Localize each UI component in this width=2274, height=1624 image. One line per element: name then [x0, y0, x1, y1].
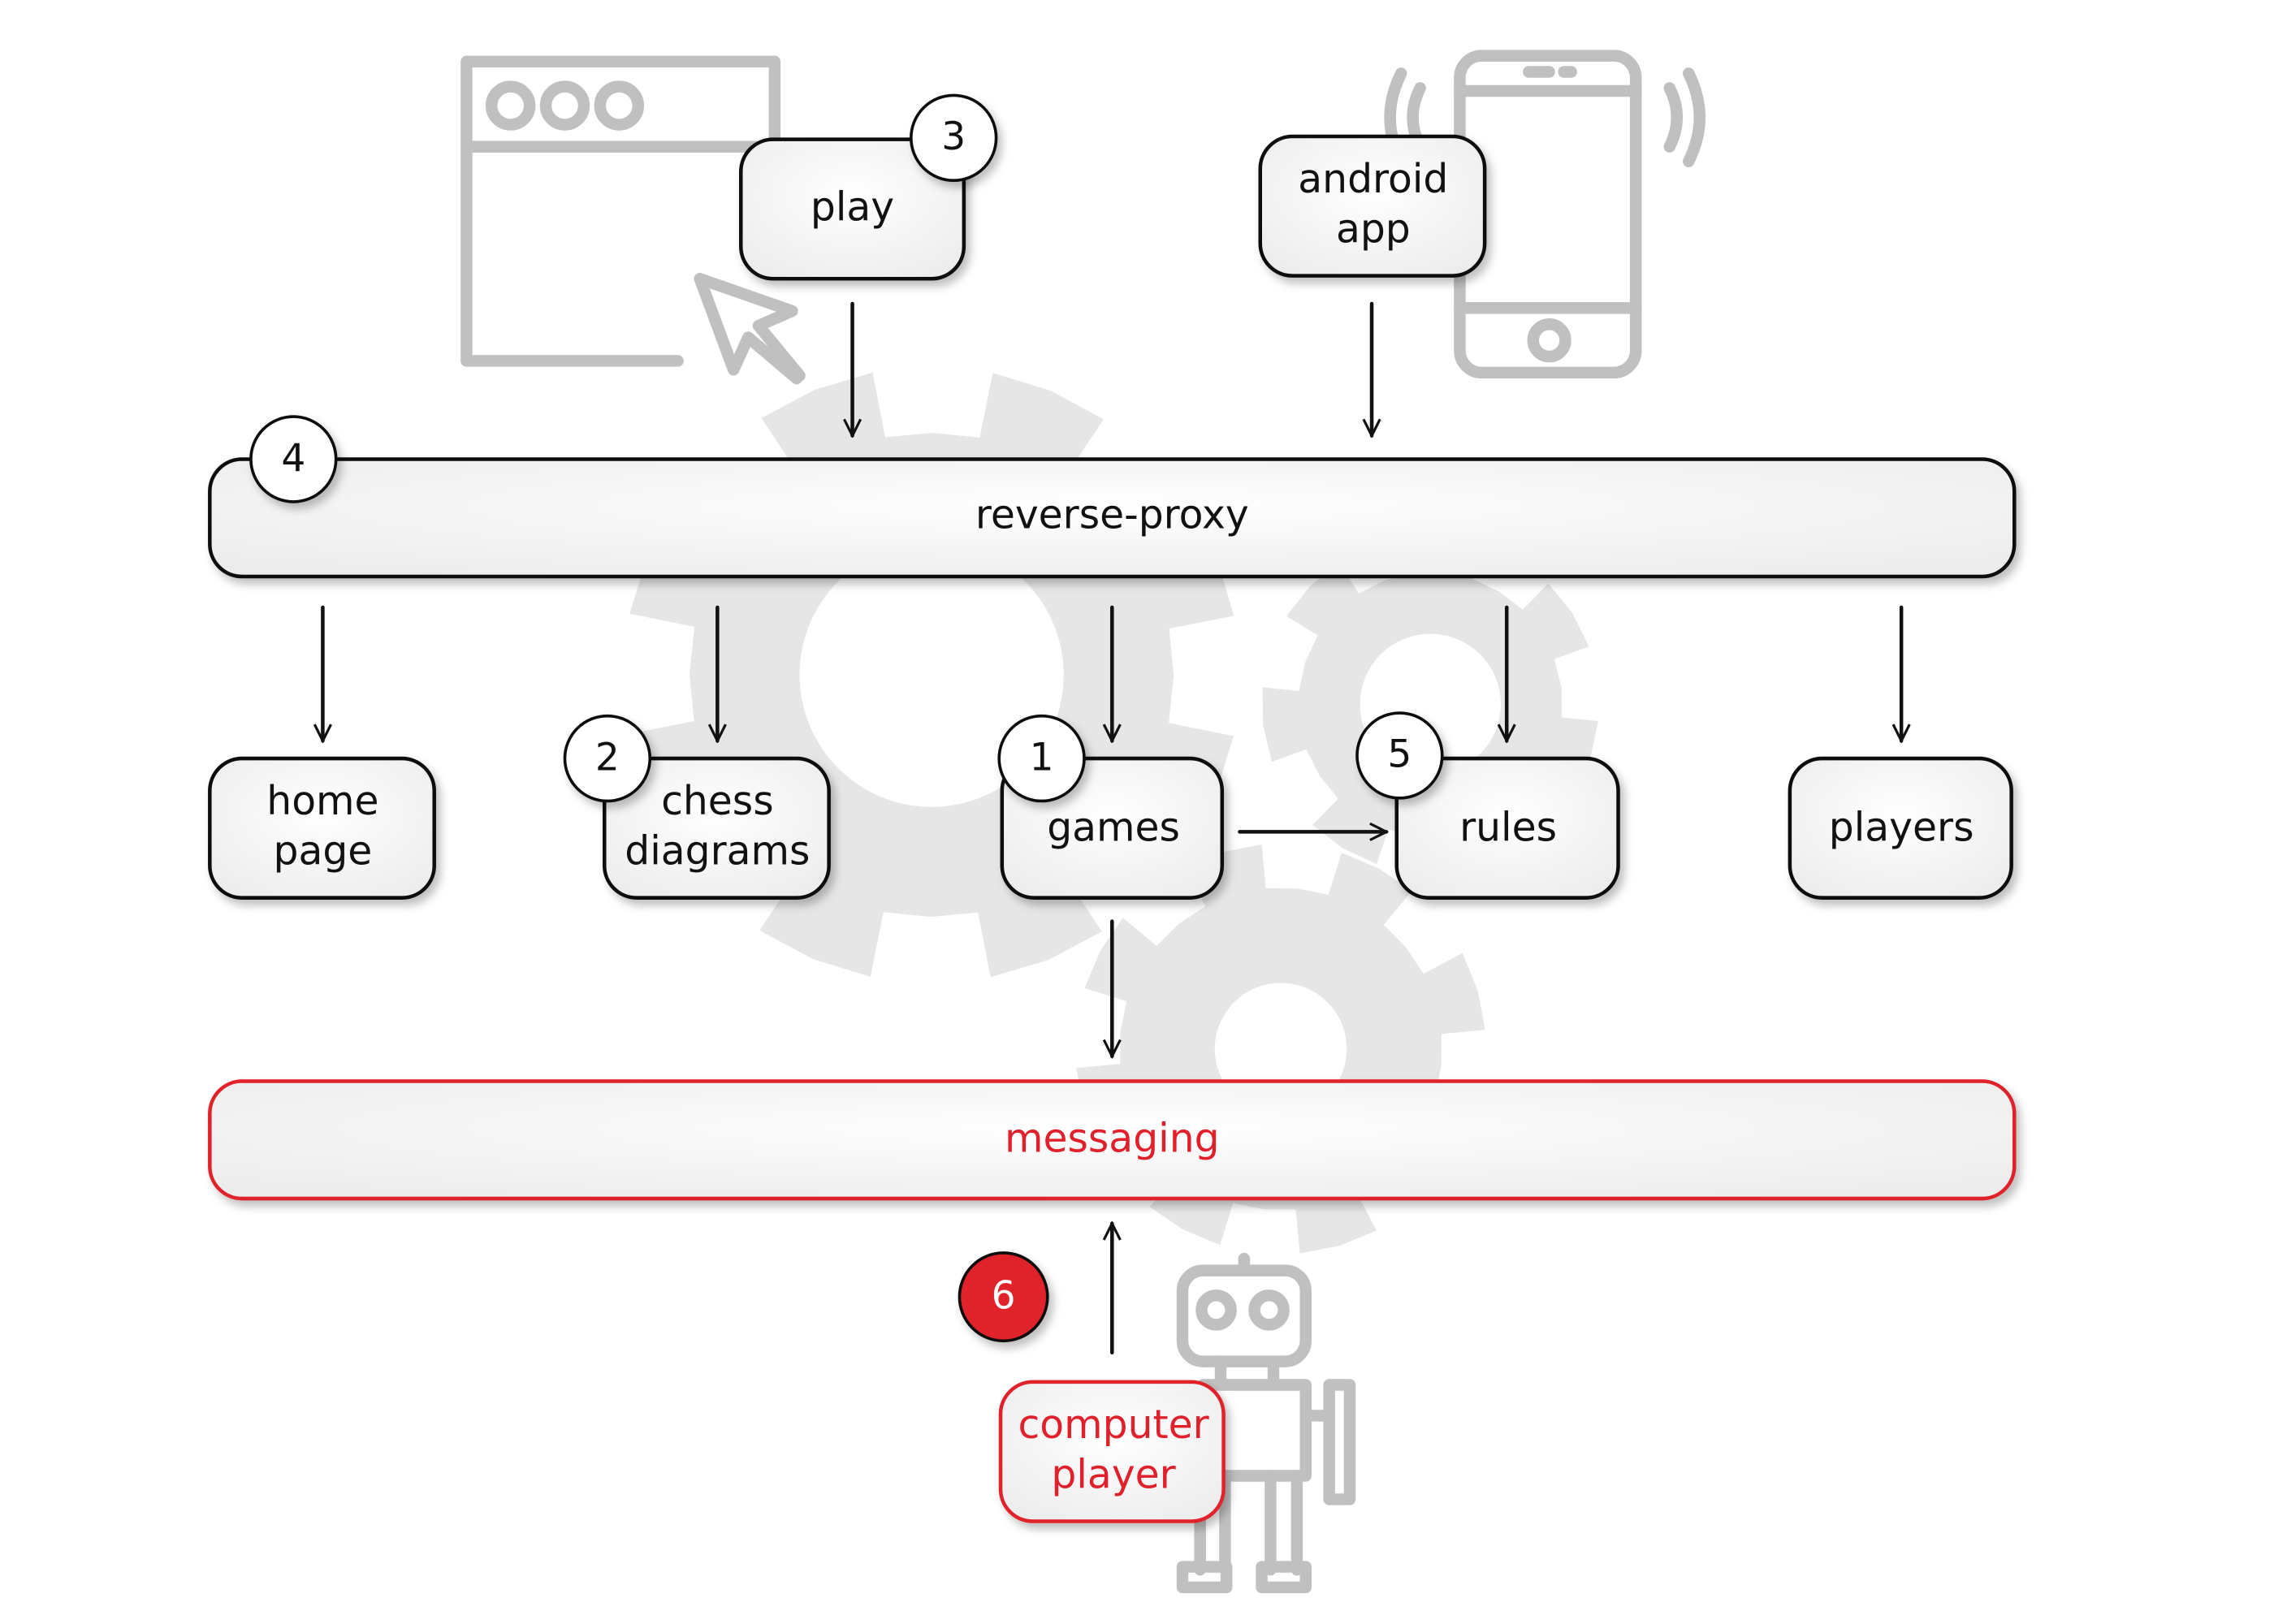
computer-label-line2: player	[1051, 1451, 1176, 1497]
badge-1-text: 1	[1030, 735, 1054, 780]
badge-5-text: 5	[1387, 732, 1412, 777]
badge-5: 5	[1355, 711, 1444, 800]
badge-1: 1	[997, 714, 1086, 803]
home-label-line1: home	[266, 778, 378, 824]
rules-label: rules	[1459, 805, 1557, 851]
players-label: players	[1829, 805, 1974, 851]
computer-label-line1: computer	[1018, 1402, 1210, 1448]
players-node[interactable]: players	[1788, 756, 2013, 900]
messaging-node[interactable]: messaging	[208, 1079, 2017, 1201]
architecture-diagram: play android app reverse-proxy home page…	[208, 50, 2017, 1594]
games-label: games	[1047, 805, 1180, 851]
badge-4: 4	[249, 415, 338, 503]
computer-player-node[interactable]: computer player	[998, 1380, 1226, 1523]
badge-6: 6	[958, 1251, 1049, 1343]
badge-6-text: 6	[992, 1273, 1016, 1318]
reverse-proxy-node[interactable]: reverse-proxy	[208, 457, 2017, 579]
home-page-node[interactable]: home page	[208, 756, 436, 900]
badge-2: 2	[563, 714, 652, 803]
chess-label-line2: diagrams	[625, 827, 810, 874]
badge-2-text: 2	[595, 735, 620, 780]
play-label: play	[811, 184, 894, 230]
android-label-line1: android	[1298, 156, 1448, 202]
android-app-node[interactable]: android app	[1258, 134, 1487, 278]
android-label-line2: app	[1336, 205, 1411, 252]
badge-3-text: 3	[941, 114, 966, 159]
chess-label-line1: chess	[661, 778, 774, 824]
home-label-line2: page	[274, 827, 373, 874]
reverse-proxy-label: reverse-proxy	[975, 492, 1249, 538]
badge-4-text: 4	[281, 436, 305, 481]
messaging-label: messaging	[1005, 1116, 1220, 1162]
cursor-icon	[694, 273, 806, 385]
browser-window-icon	[460, 55, 781, 367]
badge-3: 3	[910, 93, 998, 183]
